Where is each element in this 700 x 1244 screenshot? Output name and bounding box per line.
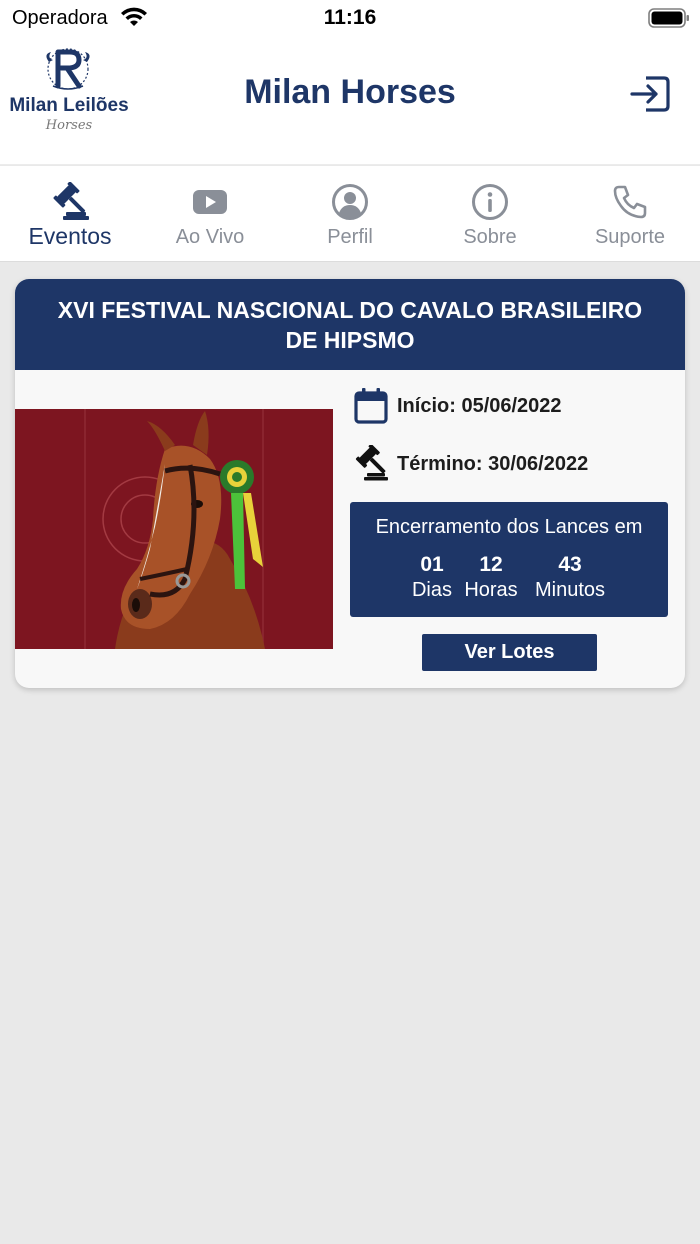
tab-label: Suporte xyxy=(594,226,666,248)
clock: 11:16 xyxy=(323,6,377,29)
tab-bar: Eventos Ao Vivo Perfil Sobre Suporte xyxy=(0,166,700,262)
app-header: Milan Leilões Horses Milan Horses xyxy=(0,38,700,165)
gavel-icon xyxy=(355,445,388,481)
gavel-icon xyxy=(53,182,89,220)
event-image xyxy=(15,409,333,649)
tab-eventos[interactable]: Eventos xyxy=(0,166,140,261)
battery-icon xyxy=(648,8,689,28)
bid-countdown: Encerramento dos Lances em 01 Dias 12 Ho… xyxy=(350,502,668,617)
calendar-icon xyxy=(354,388,388,424)
countdown-hours-value: 12 xyxy=(479,553,503,576)
tab-label: Sobre xyxy=(463,226,517,248)
ver-lotes-button[interactable]: Ver Lotes xyxy=(422,634,597,671)
tab-sobre[interactable]: Sobre xyxy=(420,166,560,261)
event-card[interactable]: XVI FESTIVAL NASCIONAL DO CAVALO BRASILE… xyxy=(15,279,685,688)
countdown-hours-label: Horas xyxy=(464,579,518,601)
event-start-row: Início: 05/06/2022 xyxy=(353,387,562,425)
countdown-minutes: 43 Minutos xyxy=(528,552,612,602)
countdown-days: 01 Dias xyxy=(408,552,456,602)
countdown-hours: 12 Horas xyxy=(460,552,522,602)
tab-label: Ao Vivo xyxy=(175,226,245,248)
countdown-title: Encerramento dos Lances em xyxy=(375,516,643,538)
tab-label: Perfil xyxy=(327,226,373,248)
tab-perfil[interactable]: Perfil xyxy=(280,166,420,261)
info-circle-icon xyxy=(472,184,508,220)
youtube-icon xyxy=(193,190,227,214)
tab-label: Eventos xyxy=(28,223,112,249)
event-start-date: Início: 05/06/2022 xyxy=(397,394,562,417)
event-title: XVI FESTIVAL NASCIONAL DO CAVALO BRASILE… xyxy=(57,296,643,353)
countdown-days-value: 01 xyxy=(420,553,444,576)
logo-subtext: Horses xyxy=(45,118,93,133)
tab-ao-vivo[interactable]: Ao Vivo xyxy=(140,166,280,261)
countdown-minutes-value: 43 xyxy=(558,553,582,576)
tab-suporte[interactable]: Suporte xyxy=(560,166,700,261)
sign-in-icon[interactable] xyxy=(628,74,672,114)
countdown-minutes-label: Minutos xyxy=(534,579,606,601)
countdown-days-label: Dias xyxy=(411,579,452,601)
event-end-row: Término: 30/06/2022 xyxy=(353,445,588,483)
status-bar: Operadora 11:16 xyxy=(0,0,700,38)
event-end-date: Término: 30/06/2022 xyxy=(397,452,589,475)
phone-icon xyxy=(613,185,647,219)
page-title: Milan Horses xyxy=(244,73,456,111)
event-card-header: XVI FESTIVAL NASCIONAL DO CAVALO BRASILE… xyxy=(15,279,685,370)
user-circle-icon xyxy=(332,184,368,220)
